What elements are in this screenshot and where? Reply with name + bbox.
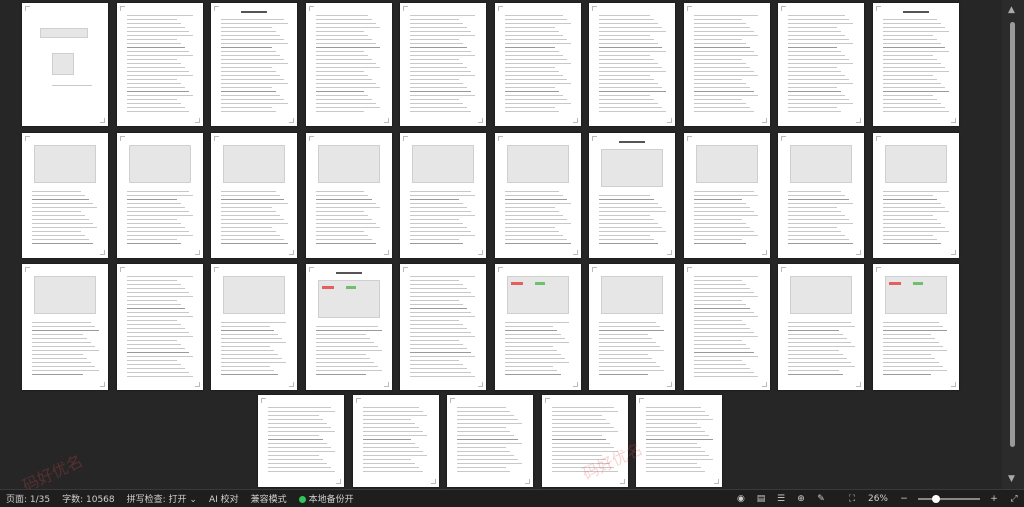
page-thumbnail[interactable] (400, 3, 486, 126)
page-thumbnail[interactable] (117, 264, 203, 390)
page-thumbnail[interactable] (211, 264, 297, 390)
page-thumbnail[interactable] (258, 395, 344, 487)
fullscreen-icon[interactable]: ⤢ (1007, 493, 1021, 505)
page-thumbnail[interactable] (873, 133, 959, 258)
page-thumbnail[interactable] (589, 264, 675, 390)
zoom-slider-knob[interactable] (932, 494, 940, 503)
page-view-icon[interactable]: ▤ (754, 493, 768, 505)
status-bar: 页面: 1/35 字数: 10568 拼写检查: 打开 ⌄ AI 校对 兼容模式… (0, 489, 1024, 507)
page-thumbnail[interactable] (589, 133, 675, 258)
page-thumbnail[interactable] (873, 264, 959, 390)
page-thumbnail[interactable] (778, 3, 864, 126)
page-thumbnail[interactable] (636, 395, 722, 487)
scroll-down-icon[interactable]: ▼ (1008, 474, 1015, 484)
word-count[interactable]: 字数: 10568 (56, 492, 121, 505)
ai-proofread-button[interactable]: AI 校对 (203, 492, 245, 505)
edit-pen-icon[interactable]: ✎ (814, 493, 828, 505)
scroll-up-icon[interactable]: ▲ (1008, 5, 1015, 15)
spell-check-label: 拼写检查: 打开 (126, 495, 187, 505)
page-thumbnail[interactable] (495, 133, 581, 258)
page-thumbnail[interactable] (306, 264, 392, 390)
page-thumbnail[interactable] (873, 3, 959, 126)
compat-mode-label: 兼容模式 (250, 495, 287, 505)
page-thumbnail[interactable] (400, 264, 486, 390)
spell-check-toggle[interactable]: 拼写检查: 打开 ⌄ (121, 492, 203, 505)
page-thumbnail[interactable] (778, 264, 864, 390)
page-thumbnail[interactable] (447, 395, 533, 487)
page-thumbnail[interactable] (117, 133, 203, 258)
zoom-out-icon[interactable]: − (897, 493, 911, 505)
page-thumbnail[interactable] (495, 3, 581, 126)
local-backup-toggle[interactable]: 本地备份开 (293, 492, 360, 505)
zoom-level[interactable]: 26% (862, 494, 894, 504)
scrollbar-thumb[interactable] (1010, 22, 1015, 447)
zoom-in-icon[interactable]: + (987, 493, 1001, 505)
page-thumbnail[interactable] (211, 3, 297, 126)
page-thumbnail[interactable] (22, 264, 108, 390)
page-indicator[interactable]: 页面: 1/35 (0, 492, 56, 505)
page-thumbnail[interactable] (400, 133, 486, 258)
page-thumbnail[interactable] (495, 264, 581, 390)
page-thumbnail[interactable] (778, 133, 864, 258)
page-thumbnail[interactable] (22, 133, 108, 258)
outline-view-icon[interactable]: ☰ (774, 493, 788, 505)
page-thumbnail[interactable] (684, 264, 770, 390)
page-thumbnail[interactable] (211, 133, 297, 258)
eye-icon[interactable]: ◉ (734, 493, 748, 505)
page-thumbnail[interactable] (589, 3, 675, 126)
fit-screen-icon[interactable]: ⛶ (845, 493, 859, 505)
page-thumbnail[interactable] (684, 133, 770, 258)
chevron-down-icon: ⌄ (189, 495, 197, 505)
web-view-icon[interactable]: ⊕ (794, 493, 808, 505)
backup-label: 本地备份开 (308, 495, 354, 505)
vertical-scrollbar[interactable]: ▲ ▼ (1002, 0, 1024, 489)
zoom-slider[interactable] (918, 494, 980, 503)
page-thumbnail[interactable] (306, 3, 392, 126)
page-thumbnail[interactable] (306, 133, 392, 258)
page-thumbnail[interactable] (22, 3, 108, 126)
page-thumbnail[interactable] (353, 395, 439, 487)
page-thumbnail[interactable] (684, 3, 770, 126)
page-thumbnail[interactable] (117, 3, 203, 126)
document-canvas[interactable] (0, 0, 1002, 489)
backup-status-icon (298, 496, 306, 503)
